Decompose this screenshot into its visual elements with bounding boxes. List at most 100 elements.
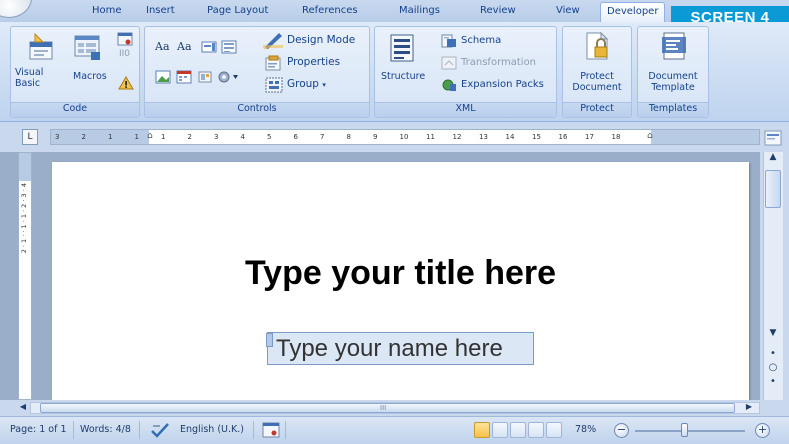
ribbon: Visual Basic Macros II0 Code Aa Aa Desig… bbox=[0, 22, 789, 122]
transformation-label[interactable]: Transformation bbox=[461, 57, 536, 68]
group-controls: Aa Aa Design Mode Properties Group ▾ Con… bbox=[144, 26, 370, 118]
zoom-slider-thumb[interactable] bbox=[681, 423, 688, 437]
print-layout-view-icon[interactable] bbox=[474, 422, 490, 438]
zoom-in-icon[interactable]: + bbox=[755, 423, 770, 438]
dropdown-list-control-icon[interactable] bbox=[221, 39, 237, 58]
scroll-thumb[interactable] bbox=[765, 170, 781, 208]
zoom-slider[interactable] bbox=[635, 430, 745, 432]
group-templates: Document Template Templates bbox=[637, 26, 709, 118]
tab-selector[interactable]: L bbox=[22, 129, 38, 145]
tab-view[interactable]: View bbox=[556, 5, 580, 16]
visual-basic-icon[interactable] bbox=[27, 32, 57, 66]
document-page[interactable]: Type your title here Type your name here bbox=[52, 162, 749, 400]
full-screen-reading-view-icon[interactable] bbox=[492, 422, 508, 438]
properties-label[interactable]: Properties bbox=[287, 57, 340, 68]
schema-icon[interactable] bbox=[441, 33, 457, 52]
vertical-ruler[interactable]: 2 · 1 · · 1 · 1 · 2 · 3 · 4 bbox=[18, 152, 32, 400]
macro-record-status-icon[interactable] bbox=[262, 422, 280, 441]
document-template-icon[interactable] bbox=[660, 31, 688, 65]
tab-review[interactable]: Review bbox=[480, 5, 516, 16]
transformation-icon[interactable] bbox=[441, 55, 457, 74]
horizontal-ruler[interactable]: 3 2 1 1 1 2 3 4 5 6 7 8 9 10 11 12 13 14 15 16 17 18 ⌂ ⌂ bbox=[50, 129, 760, 145]
office-orb-icon[interactable] bbox=[0, 0, 32, 18]
properties-icon[interactable] bbox=[265, 55, 283, 75]
schema-label[interactable]: Schema bbox=[461, 35, 501, 46]
ruler-mark: 13 bbox=[479, 133, 488, 141]
picture-control-icon[interactable] bbox=[155, 69, 171, 88]
scroll-up-icon[interactable]: ▲ bbox=[763, 152, 783, 168]
ruler-mark: 9 bbox=[373, 133, 378, 141]
group-icon[interactable] bbox=[265, 77, 283, 97]
zoom-level[interactable]: 78% bbox=[575, 424, 596, 435]
group-controls-label: Controls bbox=[145, 102, 369, 117]
name-placeholder-text[interactable]: Type your name here bbox=[276, 335, 503, 363]
macros-label[interactable]: Macros bbox=[73, 71, 107, 82]
ruler-mark: 4 bbox=[240, 133, 245, 141]
ruler-mark: 3 bbox=[214, 133, 219, 141]
page-count[interactable]: Page: 1 of 1 bbox=[10, 424, 67, 435]
legacy-tools-icon[interactable] bbox=[217, 69, 239, 88]
name-content-control[interactable]: Type your name here bbox=[266, 332, 534, 365]
tab-references[interactable]: References bbox=[302, 5, 358, 16]
document-title[interactable]: Type your title here bbox=[52, 254, 749, 293]
rich-text-control-icon[interactable]: Aa bbox=[155, 41, 170, 52]
ruler-mark: 2 bbox=[81, 133, 86, 141]
word-count[interactable]: Words: 4/8 bbox=[80, 424, 131, 435]
ruler-mark: 2 bbox=[187, 133, 192, 141]
horizontal-scroll-thumb[interactable] bbox=[40, 403, 735, 413]
scroll-grip-icon: III bbox=[380, 404, 387, 412]
group-code-label: Code bbox=[11, 102, 139, 117]
ruler-mark: 8 bbox=[346, 133, 351, 141]
ruler-mark: 3 bbox=[55, 133, 60, 141]
scroll-down-icon[interactable]: ▼ bbox=[763, 328, 783, 342]
content-control-handle[interactable] bbox=[266, 333, 273, 347]
record-macro-icon[interactable] bbox=[117, 31, 133, 50]
building-block-control-icon[interactable] bbox=[197, 69, 213, 88]
spelling-check-icon[interactable] bbox=[150, 421, 170, 442]
outline-view-icon[interactable] bbox=[528, 422, 544, 438]
horizontal-scrollbar[interactable]: ◀ III ▶ bbox=[0, 400, 789, 416]
next-page-icon[interactable]: • bbox=[763, 376, 783, 392]
date-picker-control-icon[interactable] bbox=[176, 69, 192, 88]
zoom-out-icon[interactable]: − bbox=[614, 423, 629, 438]
web-layout-view-icon[interactable] bbox=[510, 422, 526, 438]
ruler-mark: 7 bbox=[320, 133, 325, 141]
group-xml: Structure Schema Transformation Expansio… bbox=[374, 26, 557, 118]
tab-home[interactable]: Home bbox=[92, 5, 122, 16]
scroll-right-icon[interactable]: ▶ bbox=[742, 402, 756, 414]
group-protect: Protect Document Protect bbox=[562, 26, 632, 118]
structure-label[interactable]: Structure bbox=[381, 71, 425, 82]
document-template-label[interactable]: Document Template bbox=[638, 71, 708, 93]
vertical-scrollbar[interactable]: ▲ ▼ • ○ • bbox=[760, 152, 789, 400]
expansion-packs-icon[interactable] bbox=[441, 77, 457, 96]
draft-view-icon[interactable] bbox=[546, 422, 562, 438]
plain-text-control-icon[interactable]: Aa bbox=[177, 41, 192, 52]
tab-developer[interactable]: Developer bbox=[600, 2, 666, 24]
visual-basic-label[interactable]: Visual Basic bbox=[15, 67, 53, 89]
scroll-left-icon[interactable]: ◀ bbox=[16, 402, 30, 414]
protect-document-text: Protect Document bbox=[572, 71, 622, 93]
document-area: 2 · 1 · · 1 · 1 · 2 · 3 · 4 Type your ti… bbox=[0, 152, 760, 400]
pause-macro-icon[interactable]: II0 bbox=[119, 49, 130, 59]
right-indent-marker-icon[interactable]: ⌂ bbox=[647, 130, 653, 143]
expansion-packs-label[interactable]: Expansion Packs bbox=[461, 79, 544, 90]
protect-document-label[interactable]: Protect Document bbox=[563, 71, 631, 93]
tab-insert[interactable]: Insert bbox=[146, 5, 175, 16]
tab-mailings[interactable]: Mailings bbox=[399, 5, 440, 16]
ruler-mark: 5 bbox=[267, 133, 272, 141]
indent-marker-icon[interactable]: ⌂ bbox=[147, 130, 153, 143]
tab-page-layout[interactable]: Page Layout bbox=[207, 5, 268, 16]
macros-icon[interactable] bbox=[73, 32, 103, 66]
structure-icon[interactable] bbox=[389, 33, 417, 67]
design-mode-label[interactable]: Design Mode bbox=[287, 35, 355, 46]
group-xml-label: XML bbox=[375, 102, 556, 117]
language[interactable]: English (U.K.) bbox=[180, 424, 244, 435]
macro-security-icon[interactable] bbox=[118, 75, 134, 94]
group-label[interactable]: Group ▾ bbox=[287, 79, 326, 91]
view-ruler-icon[interactable] bbox=[764, 130, 782, 146]
ruler-mark: 12 bbox=[452, 133, 462, 141]
protect-document-icon[interactable] bbox=[585, 31, 611, 65]
ruler-mark: 11 bbox=[426, 133, 435, 141]
design-mode-icon[interactable] bbox=[263, 31, 283, 53]
combo-box-control-icon[interactable] bbox=[201, 39, 217, 58]
